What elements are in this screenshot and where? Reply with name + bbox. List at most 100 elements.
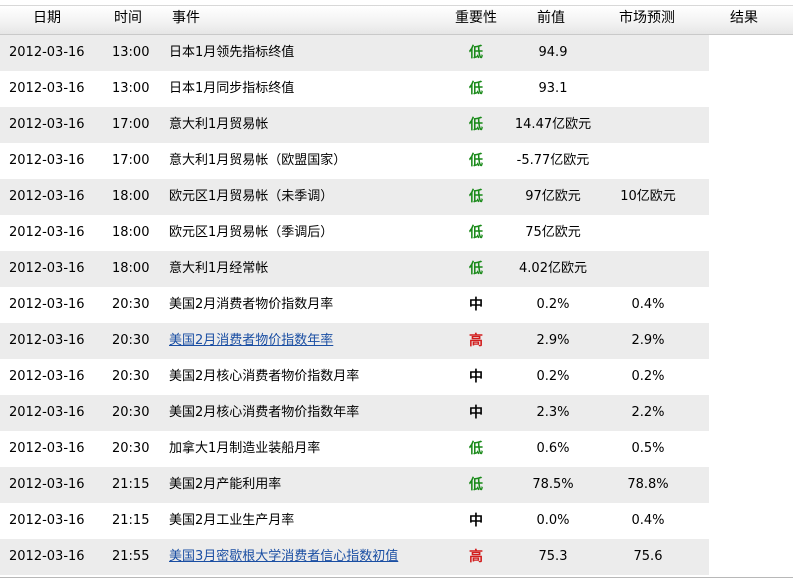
row-previous: 75亿欧元 (525, 225, 581, 240)
importance-badge: 中 (469, 369, 483, 385)
row-date: 2012-03-16 (9, 153, 85, 168)
row-previous: 4.02亿欧元 (519, 261, 587, 276)
row-previous: 97亿欧元 (525, 189, 581, 204)
row-date: 2012-03-16 (9, 405, 85, 420)
row-previous: 0.2% (536, 369, 570, 384)
row-forecast: 10亿欧元 (620, 189, 676, 204)
header-previous: 前值 (537, 10, 565, 26)
row-forecast: 78.8% (627, 477, 669, 492)
table-bottom-border (0, 577, 793, 578)
row-time: 13:00 (112, 81, 150, 96)
table-row: 2012-03-16 18:00 欧元区1月贸易帐（季调后） 低 75亿欧元 (0, 215, 709, 251)
table-row: 2012-03-16 20:30 加拿大1月制造业装船月率 低 0.6% 0.5% (0, 431, 709, 467)
header-time: 时间 (114, 10, 142, 26)
importance-badge: 低 (469, 441, 483, 457)
row-previous: 93.1 (538, 81, 568, 96)
row-forecast: 0.2% (631, 369, 665, 384)
table-row: 2012-03-16 17:00 意大利1月贸易帐（欧盟国家） 低 -5.77亿欧元 (0, 143, 709, 179)
header-event: 事件 (172, 10, 200, 26)
header-forecast: 市场预测 (619, 10, 675, 26)
row-date: 2012-03-16 (9, 513, 85, 528)
importance-badge: 低 (469, 45, 483, 61)
row-previous: 14.47亿欧元 (514, 117, 592, 132)
importance-badge: 中 (469, 405, 483, 421)
event-link[interactable]: 美国3月密歇根大学消费者信心指数初值 (169, 549, 398, 564)
row-event: 意大利1月经常帐 (169, 261, 269, 276)
row-time: 20:30 (112, 369, 150, 384)
table-row: 2012-03-16 21:15 美国2月工业生产月率 中 0.0% 0.4% (0, 503, 709, 539)
row-previous: 2.9% (536, 333, 570, 348)
row-time: 20:30 (112, 441, 150, 456)
row-forecast (605, 251, 691, 287)
row-previous: 0.2% (536, 297, 570, 312)
row-event: 美国2月消费者物价指数月率 (169, 297, 334, 312)
row-date: 2012-03-16 (9, 117, 85, 132)
row-forecast (605, 107, 691, 143)
row-forecast: 0.5% (631, 441, 665, 456)
row-time: 20:30 (112, 405, 150, 420)
row-time: 17:00 (112, 153, 150, 168)
row-event: 加拿大1月制造业装船月率 (169, 441, 321, 456)
importance-badge: 高 (469, 549, 483, 565)
row-forecast: 2.2% (631, 405, 665, 420)
table-row: 2012-03-16 18:00 欧元区1月贸易帐（未季调） 低 97亿欧元 10亿欧元 (0, 179, 709, 215)
row-forecast (605, 35, 691, 71)
row-event: 美国2月产能利用率 (169, 477, 282, 492)
row-date: 2012-03-16 (9, 45, 85, 60)
row-date: 2012-03-16 (9, 261, 85, 276)
row-event: 美国2月工业生产月率 (169, 513, 295, 528)
table-row: 2012-03-16 20:30 美国2月核心消费者物价指数月率 中 0.2% 0.2% (0, 359, 709, 395)
row-date: 2012-03-16 (9, 225, 85, 240)
row-previous: -5.77亿欧元 (516, 153, 590, 168)
row-previous: 94.9 (538, 45, 568, 60)
row-time: 20:30 (112, 297, 150, 312)
row-date: 2012-03-16 (9, 333, 85, 348)
importance-badge: 低 (469, 477, 483, 493)
importance-badge: 低 (469, 81, 483, 97)
table-row: 2012-03-16 20:30 美国2月核心消费者物价指数年率 中 2.3% 2.2% (0, 395, 709, 431)
event-link[interactable]: 美国2月消费者物价指数年率 (169, 333, 333, 348)
row-date: 2012-03-16 (9, 369, 85, 384)
header-importance: 重要性 (455, 10, 497, 26)
row-forecast (605, 215, 691, 251)
row-forecast: 75.6 (633, 549, 663, 564)
row-date: 2012-03-16 (9, 81, 85, 96)
row-time: 21:15 (112, 513, 150, 528)
row-event: 美国3月密歇根大学消费者信心指数初值 (169, 539, 398, 575)
row-forecast (605, 143, 691, 179)
row-event: 美国2月核心消费者物价指数年率 (169, 405, 360, 420)
row-time: 17:00 (112, 117, 150, 132)
row-previous: 78.5% (532, 477, 574, 492)
importance-badge: 中 (469, 297, 483, 313)
table-row: 2012-03-16 13:00 日本1月领先指标终值 低 94.9 (0, 35, 709, 71)
row-event: 意大利1月贸易帐 (169, 117, 269, 132)
row-time: 18:00 (112, 261, 150, 276)
row-event: 日本1月领先指标终值 (169, 45, 295, 60)
economic-calendar: 日期 时间 事件 重要性 前值 市场预测 结果 2012-03-16 13:00 日… (0, 0, 793, 582)
row-event: 美国2月核心消费者物价指数月率 (169, 369, 360, 384)
row-time: 21:15 (112, 477, 150, 492)
row-event: 欧元区1月贸易帐（未季调） (169, 189, 334, 204)
row-forecast: 2.9% (631, 333, 665, 348)
row-time: 13:00 (112, 45, 150, 60)
header-date: 日期 (33, 10, 61, 26)
row-event: 欧元区1月贸易帐（季调后） (169, 225, 334, 240)
table-row: 2012-03-16 18:00 意大利1月经常帐 低 4.02亿欧元 (0, 251, 709, 287)
importance-badge: 低 (469, 153, 483, 169)
row-event: 意大利1月贸易帐（欧盟国家） (169, 153, 347, 168)
importance-badge: 高 (469, 333, 483, 349)
row-previous: 0.0% (536, 513, 570, 528)
row-forecast: 0.4% (631, 297, 665, 312)
importance-badge: 中 (469, 513, 483, 529)
table-row: 2012-03-16 21:55 美国3月密歇根大学消费者信心指数初值 高 75.3 75… (0, 539, 709, 575)
row-forecast (605, 71, 691, 107)
row-previous: 75.3 (538, 549, 568, 564)
table-row: 2012-03-16 17:00 意大利1月贸易帐 低 14.47亿欧元 (0, 107, 709, 143)
importance-badge: 低 (469, 261, 483, 277)
row-previous: 2.3% (536, 405, 570, 420)
row-date: 2012-03-16 (9, 549, 85, 564)
row-time: 18:00 (112, 189, 150, 204)
importance-badge: 低 (469, 117, 483, 133)
table-row: 2012-03-16 21:15 美国2月产能利用率 低 78.5% 78.8% (0, 467, 709, 503)
table-row: 2012-03-16 20:30 美国2月消费者物价指数年率 高 2.9% 2.9% (0, 323, 709, 359)
